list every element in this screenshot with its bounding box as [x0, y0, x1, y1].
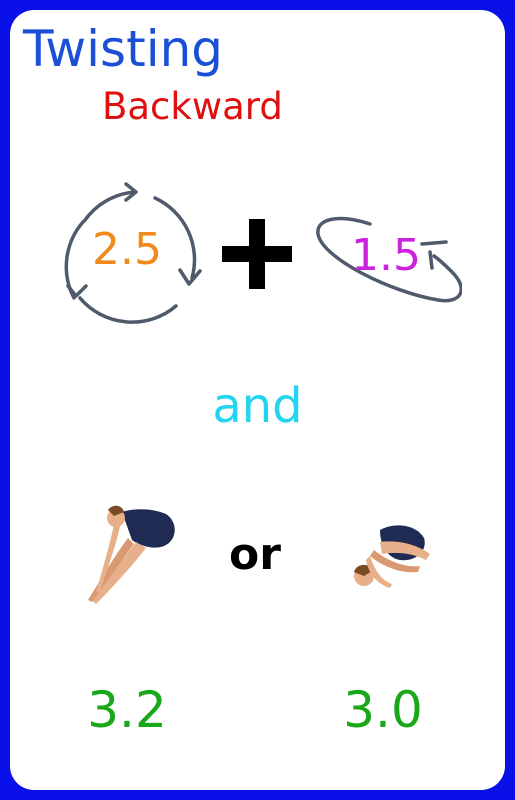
- dive-group-title: Twisting: [23, 20, 224, 78]
- tuck-difficulty-value: 3.0: [343, 681, 423, 739]
- somersault-count: 2.5: [92, 224, 162, 275]
- plus-icon: [222, 219, 292, 289]
- twist-count: 1.5: [351, 230, 421, 281]
- connector-label: and: [212, 378, 303, 434]
- tuck-diver-figure: [354, 525, 430, 588]
- pike-diver-figure: [88, 505, 175, 604]
- position-separator: or: [229, 529, 281, 580]
- dive-direction-label: Backward: [102, 85, 283, 128]
- pike-difficulty-value: 3.2: [87, 681, 167, 739]
- dive-card: Twisting Backward 2.5 1.5 and or 3.2 3.0: [10, 10, 505, 790]
